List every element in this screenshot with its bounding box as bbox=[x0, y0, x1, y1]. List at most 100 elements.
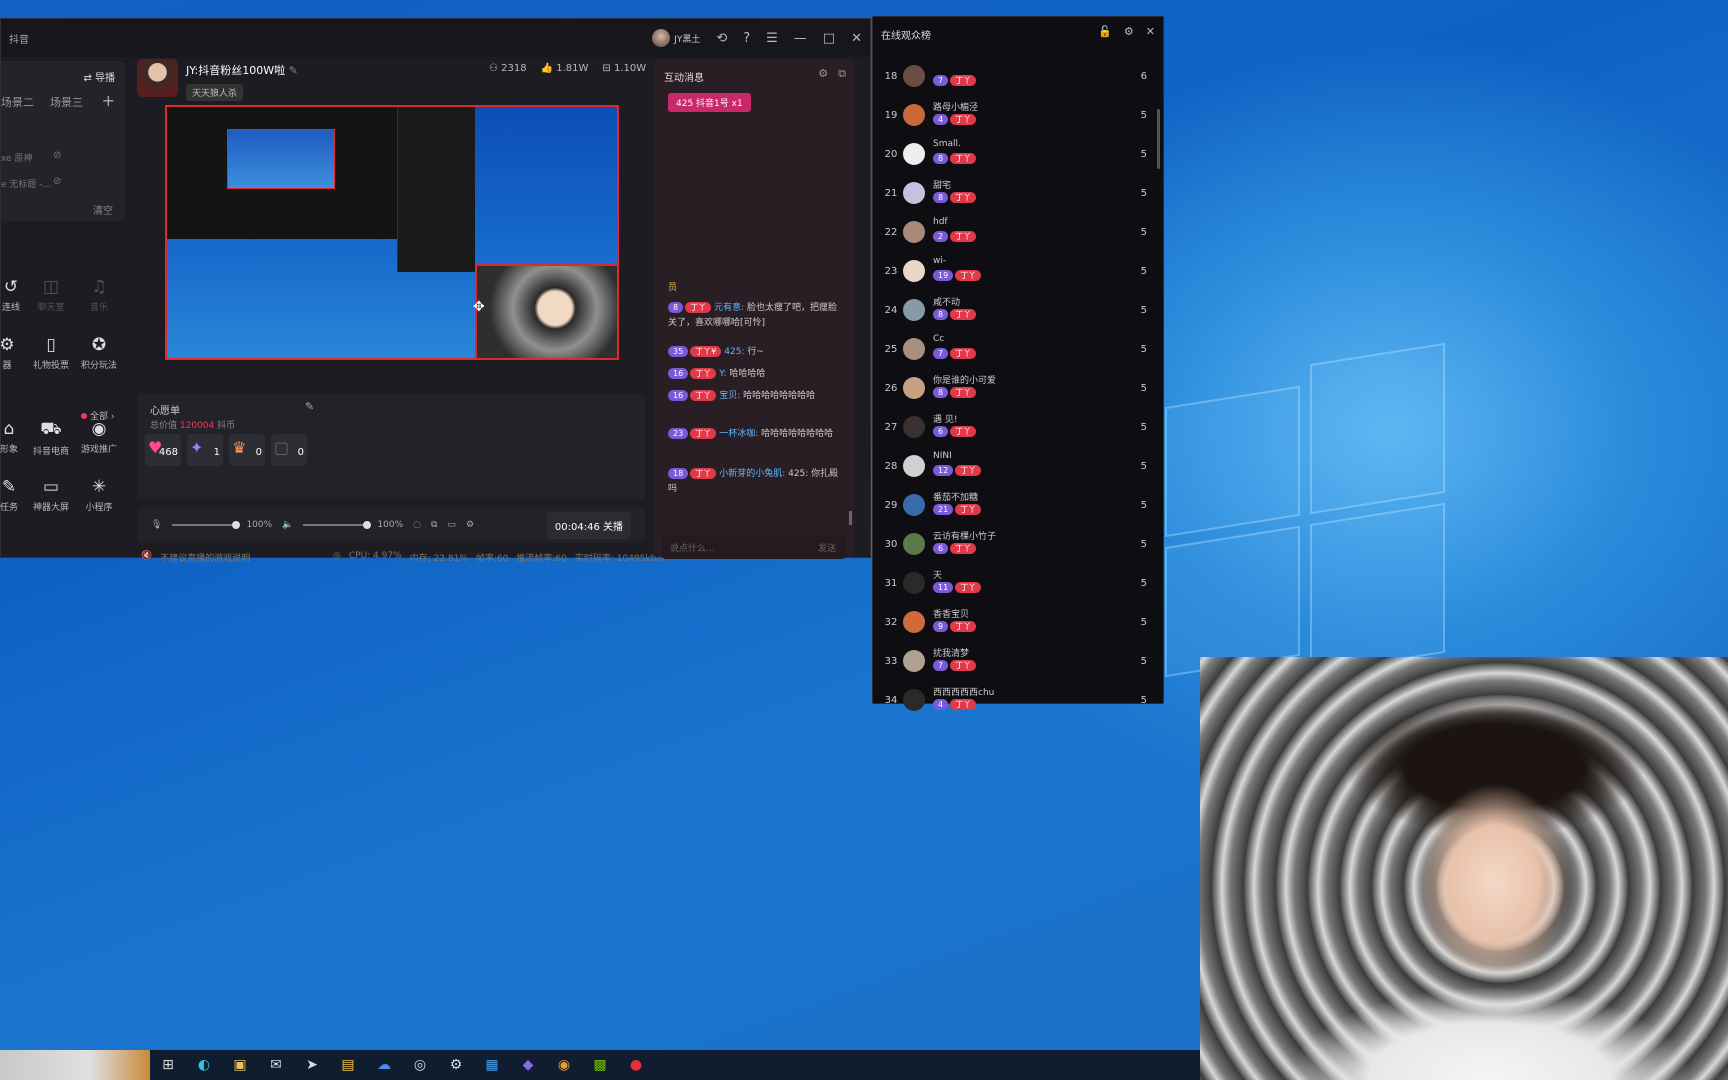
avatar[interactable] bbox=[903, 416, 925, 438]
obs-icon[interactable]: ◎ bbox=[402, 1050, 438, 1080]
game-advice-link[interactable]: 不建议直播的游戏说明 bbox=[160, 551, 250, 564]
viewer-row[interactable]: 27 遇 见! 6 丁丫 5 bbox=[873, 412, 1163, 451]
viewer-row[interactable]: 19 路母小楣泾 4 丁丫 5 bbox=[873, 100, 1163, 139]
avatar[interactable] bbox=[903, 689, 925, 711]
viewer-row[interactable]: 33 扰我清梦 7 丁丫 5 bbox=[873, 646, 1163, 685]
tab-scene-3[interactable]: 场景三 bbox=[50, 94, 83, 110]
screen-capture-source[interactable] bbox=[167, 107, 475, 272]
avatar[interactable] bbox=[903, 377, 925, 399]
popout-icon[interactable]: ⧉ bbox=[838, 67, 846, 81]
menu-icon[interactable]: ☰ bbox=[766, 31, 778, 46]
mic-icon[interactable]: 🎙 bbox=[151, 520, 162, 530]
wish-gift[interactable]: ♛ 0 bbox=[229, 434, 265, 466]
viewer-row[interactable]: 28 NINI 12 丁丫 5 bbox=[873, 451, 1163, 490]
points-tool[interactable]: ✪ 积分玩法 bbox=[75, 335, 123, 371]
slider-knob[interactable] bbox=[232, 521, 241, 529]
viewer-row[interactable]: 25 Cc 7 丁丫 5 bbox=[873, 334, 1163, 373]
speaker-volume-slider[interactable] bbox=[303, 521, 372, 529]
help-icon[interactable]: ? bbox=[743, 31, 750, 46]
game-promo-tool[interactable]: ◉ 游戏推广 bbox=[75, 419, 123, 455]
store-icon[interactable]: ▣ bbox=[222, 1050, 258, 1080]
viewer-row[interactable]: 23 wi- 19 丁丫 5 bbox=[873, 256, 1163, 295]
onedrive-icon[interactable]: ☁ bbox=[366, 1050, 402, 1080]
feather-icon[interactable]: ➤ bbox=[294, 1050, 330, 1080]
wish-gift[interactable]: ♥ 468 bbox=[145, 434, 181, 466]
app-purple-icon[interactable]: ◆ bbox=[510, 1050, 546, 1080]
chat-input[interactable]: 说点什么... 发送 bbox=[662, 535, 846, 559]
task-view-icon[interactable]: ⊞ bbox=[150, 1050, 186, 1080]
viewer-row[interactable]: 26 你是谁的小可爱 8 丁丫 5 bbox=[873, 373, 1163, 412]
viewer-scrollbar[interactable] bbox=[1157, 109, 1160, 169]
clear-button[interactable]: 清空 bbox=[93, 202, 113, 217]
wish-gift[interactable]: ✦ 1 bbox=[187, 434, 223, 466]
speaker-icon[interactable]: 🔈 bbox=[282, 520, 293, 530]
viewer-row[interactable]: 22 hdf 2 丁丫 5 bbox=[873, 217, 1163, 256]
taskbar-search[interactable] bbox=[0, 1050, 150, 1080]
avatar[interactable] bbox=[903, 182, 925, 204]
avatar[interactable] bbox=[903, 338, 925, 360]
camera-source[interactable] bbox=[475, 264, 617, 358]
end-live-button[interactable]: 00:04:46 关播 bbox=[546, 511, 631, 539]
steam-icon[interactable]: ⚙ bbox=[438, 1050, 474, 1080]
app-blue-icon[interactable]: ▦ bbox=[474, 1050, 510, 1080]
avatar[interactable] bbox=[903, 611, 925, 633]
app-red-icon[interactable]: ● bbox=[618, 1050, 654, 1080]
camera-icon[interactable]: ▭ bbox=[447, 520, 456, 530]
avatar[interactable] bbox=[903, 260, 925, 282]
settings-icon[interactable]: ⚙ bbox=[466, 520, 474, 530]
avatar[interactable] bbox=[903, 65, 925, 87]
close-icon[interactable]: ✕ bbox=[851, 31, 862, 46]
chat-scrollbar[interactable] bbox=[849, 511, 852, 525]
settings-icon[interactable]: ⚙ bbox=[1124, 25, 1134, 38]
viewer-row[interactable]: 30 云访有棵小竹子 6 丁丫 5 bbox=[873, 529, 1163, 568]
close-icon[interactable]: ✕ bbox=[1146, 25, 1155, 38]
mirror-icon[interactable]: ⧉ bbox=[431, 520, 437, 530]
app-orange-icon[interactable]: ◉ bbox=[546, 1050, 582, 1080]
viewer-row[interactable]: 32 香香宝贝 9 丁丫 5 bbox=[873, 607, 1163, 646]
edit-icon[interactable]: ✎ bbox=[305, 400, 314, 413]
user-menu[interactable]: JY黑土 bbox=[652, 29, 700, 47]
big-screen-tool[interactable]: ▭ 神器大屏 bbox=[27, 477, 75, 513]
beauty-icon[interactable]: ◌ bbox=[413, 520, 421, 530]
music-tool[interactable]: ♫ 音乐 bbox=[75, 277, 123, 313]
mini-program-tool[interactable]: ✳ 小程序 bbox=[75, 477, 123, 513]
viewer-row[interactable]: 18 7 丁丫 6 bbox=[873, 61, 1163, 100]
eye-off-icon[interactable]: ⊘ bbox=[53, 150, 61, 161]
send-button[interactable]: 发送 bbox=[818, 541, 836, 554]
ecommerce-tool[interactable]: ⛟ 抖音电商 bbox=[27, 419, 75, 457]
viewer-row[interactable]: 34 西西西西西chu 4 丁丫 5 bbox=[873, 685, 1163, 724]
avatar[interactable] bbox=[903, 494, 925, 516]
avatar[interactable] bbox=[137, 59, 178, 97]
maximize-icon[interactable]: □ bbox=[823, 31, 835, 46]
avatar[interactable] bbox=[903, 650, 925, 672]
avatar[interactable] bbox=[903, 143, 925, 165]
edge-icon[interactable]: ◐ bbox=[186, 1050, 222, 1080]
director-button[interactable]: ⇄ 导播 bbox=[83, 69, 115, 84]
mail-icon[interactable]: ✉ bbox=[258, 1050, 294, 1080]
stream-preview[interactable]: ✥ bbox=[165, 105, 619, 360]
refresh-icon[interactable]: ⟲ bbox=[716, 31, 727, 46]
viewer-row[interactable]: 21 甜宅 8 丁丫 5 bbox=[873, 178, 1163, 217]
viewer-row[interactable]: 24 咸不动 8 丁丫 5 bbox=[873, 295, 1163, 334]
avatar[interactable] bbox=[903, 299, 925, 321]
viewer-row[interactable]: 29 番茄不加糖 21 丁丫 5 bbox=[873, 490, 1163, 529]
eye-off-icon[interactable]: ⊘ bbox=[53, 176, 61, 187]
avatar[interactable] bbox=[903, 104, 925, 126]
mic-volume-slider[interactable] bbox=[172, 521, 241, 529]
avatar[interactable] bbox=[903, 221, 925, 243]
wish-gift[interactable]: ▢ 0 bbox=[271, 434, 307, 466]
add-scene-button[interactable]: + bbox=[102, 91, 115, 110]
chatroom-tool[interactable]: ◫ 聊天室 bbox=[27, 277, 75, 313]
avatar[interactable] bbox=[903, 572, 925, 594]
nvidia-icon[interactable]: ▩ bbox=[582, 1050, 618, 1080]
viewer-row[interactable]: 20 Small. 8 丁丫 5 bbox=[873, 139, 1163, 178]
gift-vote-tool[interactable]: ▯ 礼物投票 bbox=[27, 335, 75, 371]
minimize-icon[interactable]: — bbox=[794, 31, 807, 46]
tab-scene-2[interactable]: 场景二 bbox=[1, 94, 34, 110]
unlock-icon[interactable]: 🔓 bbox=[1098, 25, 1112, 38]
avatar[interactable] bbox=[903, 455, 925, 477]
settings-icon[interactable]: ⚙ bbox=[818, 67, 828, 81]
avatar[interactable] bbox=[903, 533, 925, 555]
edit-icon[interactable]: ✎ bbox=[289, 64, 298, 77]
slider-knob[interactable] bbox=[363, 521, 372, 529]
